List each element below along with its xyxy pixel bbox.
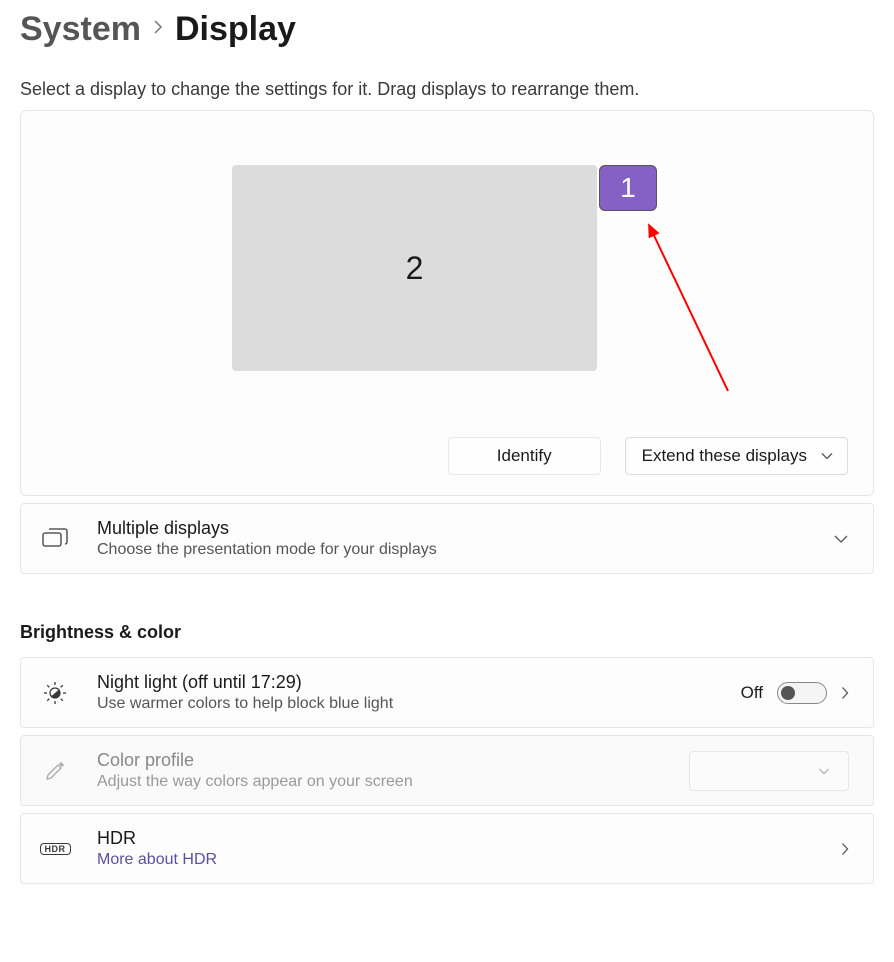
- night-light-icon: [41, 681, 69, 705]
- display-mode-label: Extend these displays: [642, 446, 807, 466]
- card-title: Color profile: [97, 750, 689, 771]
- chevron-down-icon: [818, 767, 830, 775]
- display-mode-dropdown[interactable]: Extend these displays: [625, 437, 848, 475]
- breadcrumb: System Display: [20, 0, 874, 57]
- eyedropper-icon: [41, 759, 69, 783]
- section-header-brightness: Brightness & color: [20, 622, 874, 643]
- card-title: HDR: [97, 828, 841, 849]
- card-content: Color profile Adjust the way colors appe…: [97, 750, 689, 791]
- display-arrangement-panel: 2 1 Identify Extend these displays: [20, 110, 874, 496]
- card-title: Multiple displays: [97, 518, 833, 539]
- color-profile-dropdown: [689, 751, 849, 791]
- card-content: HDR More about HDR: [97, 828, 841, 869]
- arrangement-controls: Identify Extend these displays: [448, 437, 848, 475]
- monitors-area[interactable]: 2 1: [21, 111, 873, 431]
- toggle-knob: [781, 686, 795, 700]
- identify-button[interactable]: Identify: [448, 437, 601, 475]
- multiple-displays-card[interactable]: Multiple displays Choose the presentatio…: [20, 503, 874, 574]
- card-subtitle: Choose the presentation mode for your di…: [97, 541, 833, 559]
- chevron-right-icon: [153, 18, 163, 41]
- annotation-arrow-icon: [633, 211, 743, 401]
- card-subtitle: Adjust the way colors appear on your scr…: [97, 773, 689, 791]
- card-subtitle: Use warmer colors to help block blue lig…: [97, 695, 741, 713]
- toggle-state-label: Off: [741, 683, 763, 703]
- chevron-right-icon[interactable]: [841, 842, 849, 856]
- night-light-toggle[interactable]: [777, 682, 827, 704]
- chevron-down-icon: [821, 452, 833, 460]
- card-content: Night light (off until 17:29) Use warmer…: [97, 672, 741, 713]
- chevron-right-icon[interactable]: [841, 686, 849, 700]
- hdr-card[interactable]: HDR HDR More about HDR: [20, 813, 874, 884]
- monitor-tile-1[interactable]: 1: [599, 165, 657, 211]
- hdr-icon: HDR: [41, 843, 69, 855]
- monitor-tile-2[interactable]: 2: [232, 165, 597, 371]
- multiple-displays-icon: [41, 528, 69, 550]
- hdr-more-link[interactable]: More about HDR: [97, 851, 841, 869]
- card-content: Multiple displays Choose the presentatio…: [97, 518, 833, 559]
- breadcrumb-parent[interactable]: System: [20, 10, 141, 49]
- chevron-down-icon: [833, 534, 849, 544]
- breadcrumb-current: Display: [175, 10, 296, 49]
- card-title: Night light (off until 17:29): [97, 672, 741, 693]
- night-light-card[interactable]: Night light (off until 17:29) Use warmer…: [20, 657, 874, 728]
- card-expand-control[interactable]: [833, 534, 849, 544]
- color-profile-card: Color profile Adjust the way colors appe…: [20, 735, 874, 806]
- page-subtitle: Select a display to change the settings …: [20, 79, 874, 100]
